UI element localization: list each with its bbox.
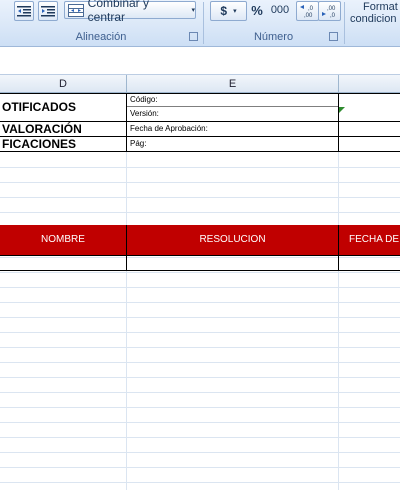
svg-text:,00: ,00 — [327, 6, 336, 12]
grid-line — [0, 452, 400, 453]
number-group: $ ▾ % 000 ,0 ,00 ,00 ,0 Número — [205, 0, 342, 46]
alignment-group-label: Alineación — [75, 31, 127, 43]
column-date-header[interactable]: FECHA DE N — [339, 225, 400, 255]
currency-icon: $ — [220, 4, 228, 18]
svg-text:,0: ,0 — [308, 6, 314, 12]
increase-decimal-icon: ,0 ,00 — [299, 5, 314, 18]
alignment-dialog-launcher-icon[interactable] — [189, 32, 198, 41]
chevron-down-icon[interactable]: ▾ — [233, 7, 237, 15]
svg-text:,0: ,0 — [330, 13, 336, 18]
merge-center-label: Combinar y centrar — [87, 0, 150, 24]
grid-line — [0, 302, 400, 303]
column-name-header[interactable]: NOMBRE — [0, 225, 126, 255]
chevron-down-icon[interactable]: ▾ — [191, 6, 195, 14]
currency-button[interactable]: $ ▾ — [210, 1, 247, 21]
conditional-format-label: Format — [363, 1, 398, 13]
column-header-label: E — [228, 78, 237, 90]
grid-line — [0, 377, 400, 378]
grid-line — [0, 422, 400, 423]
grid-line — [0, 332, 400, 333]
comment-indicator-icon[interactable] — [339, 107, 345, 113]
approval-date-label: Fecha de Aprobación: — [130, 124, 208, 133]
percent-icon: % — [251, 2, 263, 18]
cell-border — [338, 93, 339, 151]
thousands-separator-button[interactable]: 000 — [268, 1, 292, 19]
grid-line — [338, 93, 339, 490]
decrease-indent-button[interactable] — [14, 1, 34, 21]
conditional-format-label-2: condicion — [350, 13, 397, 25]
conditional-format-button[interactable]: Format condicion — [346, 0, 400, 46]
grid-line — [0, 437, 400, 438]
grid-line — [0, 407, 400, 408]
decrease-decimal-icon: ,00 ,0 — [321, 6, 336, 18]
grid-line — [0, 362, 400, 363]
grid-line — [0, 467, 400, 468]
thousands-icon: 000 — [270, 4, 290, 16]
grid-line — [0, 287, 400, 288]
grid-line — [0, 347, 400, 348]
grid-line — [0, 197, 400, 198]
page-label: Pág: — [130, 139, 147, 148]
ribbon-divider — [344, 2, 345, 44]
cell-border — [0, 151, 400, 152]
cell-border — [338, 255, 339, 271]
increase-decimal-button[interactable]: ,0 ,00 — [296, 1, 319, 21]
worksheet: D E OTIFICADOS VALORACIÓN FICACIONES Cód… — [0, 47, 400, 490]
percent-button[interactable]: % — [247, 1, 267, 19]
grid-line — [0, 182, 400, 183]
number-dialog-launcher-icon[interactable] — [329, 32, 338, 41]
alignment-group: Combinar y centrar ▾ Alineación — [0, 0, 202, 46]
form-title-line1: OTIFICADOS — [2, 100, 76, 114]
column-header-label: D — [59, 78, 67, 90]
table-row[interactable] — [0, 256, 126, 270]
decrease-decimal-button[interactable]: ,00 ,0 — [318, 1, 341, 21]
formula-gap — [0, 47, 400, 75]
cell-grid[interactable]: OTIFICADOS VALORACIÓN FICACIONES Código:… — [0, 93, 400, 490]
column-header-f[interactable] — [339, 75, 400, 93]
column-resolution-header[interactable]: RESOLUCION — [127, 225, 338, 255]
code-label: Código: — [130, 95, 158, 104]
increase-indent-icon — [41, 6, 55, 17]
ribbon-divider — [203, 2, 204, 44]
decrease-indent-icon — [17, 6, 31, 17]
grid-line — [0, 317, 400, 318]
grid-line — [126, 93, 127, 490]
cell-border — [126, 255, 127, 271]
ribbon: Combinar y centrar ▾ Alineación $ ▾ % 00… — [0, 0, 400, 47]
form-title-line2: VALORACIÓN — [2, 122, 82, 136]
column-header-d[interactable]: D — [0, 75, 127, 93]
cell-border — [0, 270, 400, 271]
cell-border — [126, 93, 127, 151]
number-group-label: Número — [253, 31, 294, 43]
merge-center-icon — [68, 3, 84, 17]
column-header-e[interactable]: E — [127, 75, 339, 93]
table-header-row: NOMBRE RESOLUCION FECHA DE N — [0, 225, 400, 255]
merge-center-button[interactable]: Combinar y centrar ▾ — [64, 0, 196, 24]
grid-line — [0, 212, 400, 213]
version-label: Versión: — [130, 109, 159, 118]
form-title-line3: FICACIONES — [2, 137, 77, 151]
grid-line — [0, 392, 400, 393]
grid-line — [0, 167, 400, 168]
increase-indent-button[interactable] — [38, 1, 58, 21]
svg-text:,00: ,00 — [304, 13, 313, 18]
grid-line — [0, 482, 400, 483]
grid-line — [0, 272, 400, 273]
